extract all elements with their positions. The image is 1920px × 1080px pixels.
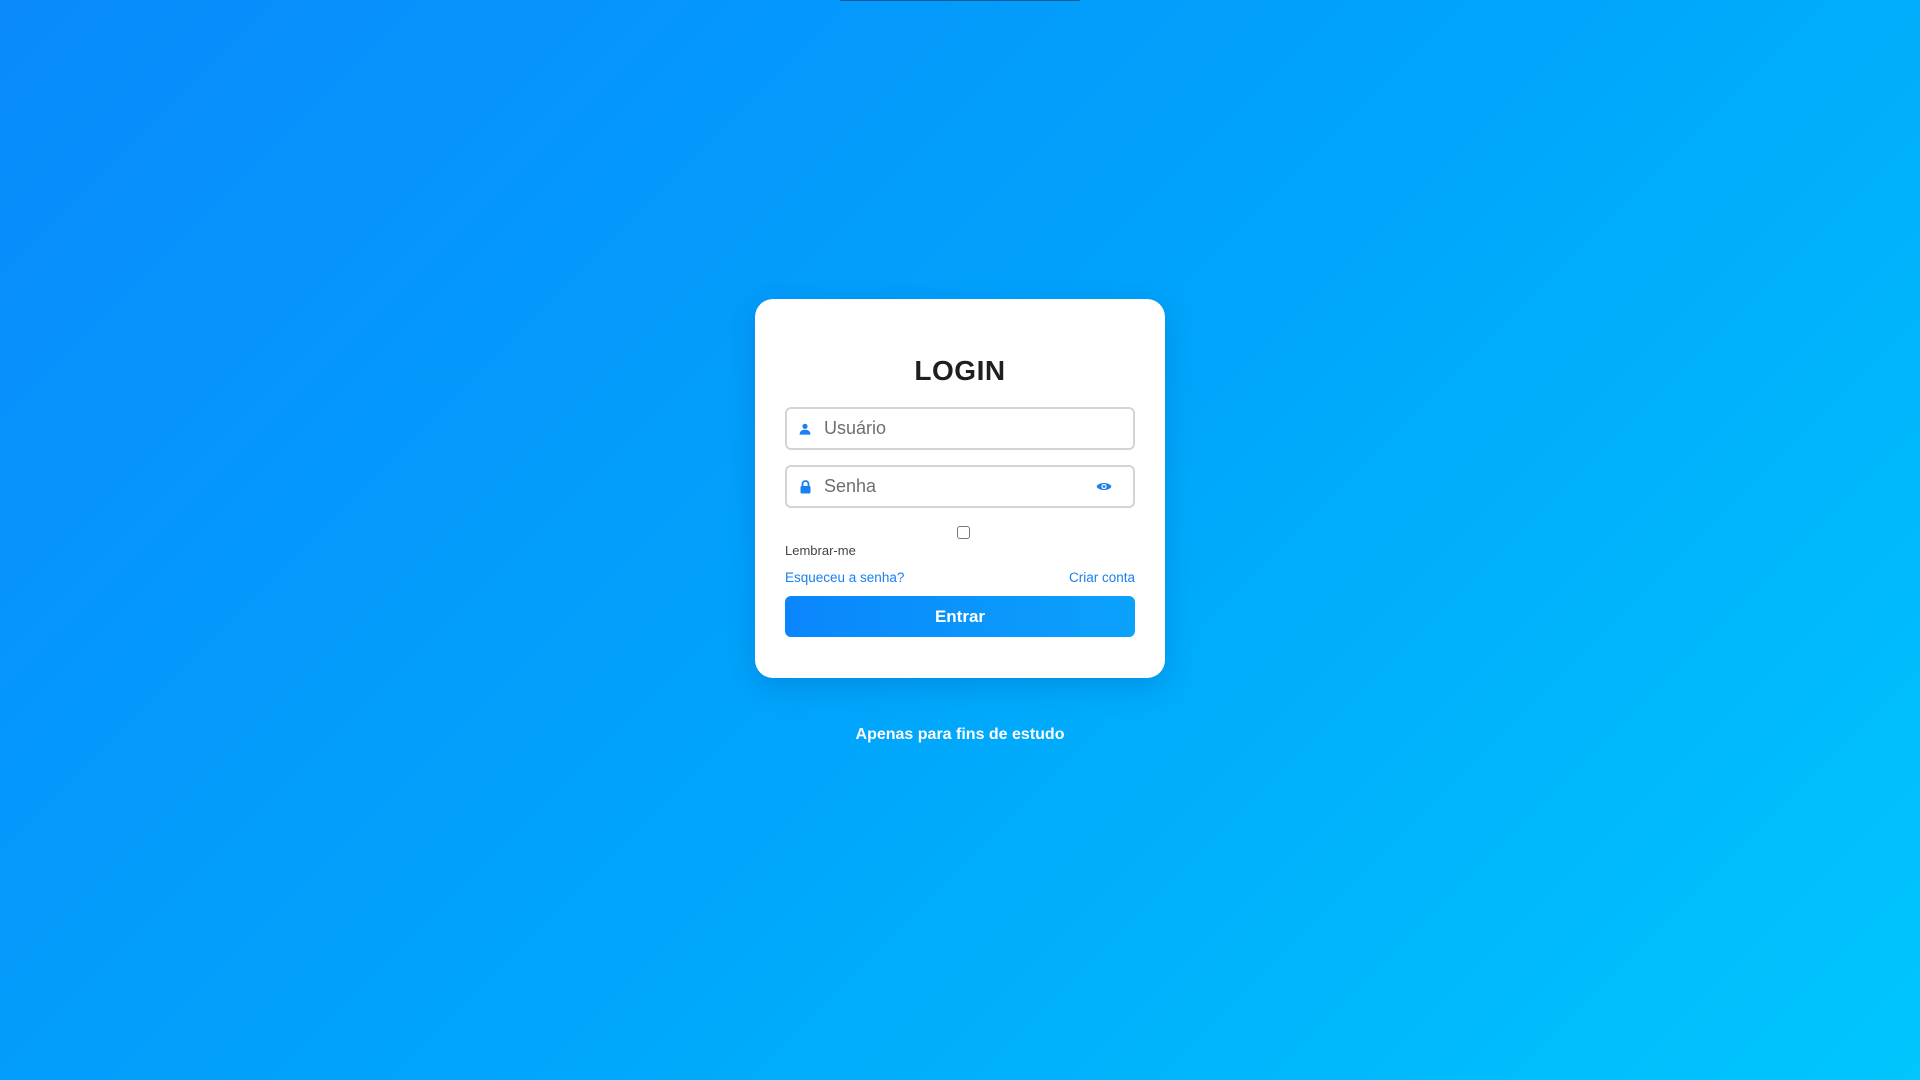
auth-links: Esqueceu a senha? Criar conta xyxy=(785,570,1135,585)
study-notice: Apenas para fins de estudo xyxy=(855,726,1065,743)
remember-label: Lembrar-me xyxy=(785,543,856,558)
username-input[interactable] xyxy=(812,409,1133,448)
top-divider xyxy=(840,0,1080,1)
login-card: LOGIN Lembrar-me xyxy=(755,299,1165,678)
password-field-wrapper xyxy=(785,465,1135,508)
create-account-link[interactable]: Criar conta xyxy=(1069,570,1135,585)
eye-icon[interactable] xyxy=(1095,480,1113,494)
user-icon xyxy=(798,422,812,436)
lock-icon xyxy=(798,479,812,494)
remember-checkbox[interactable] xyxy=(957,526,970,539)
password-input[interactable] xyxy=(812,467,1095,506)
page-title: LOGIN xyxy=(914,355,1006,386)
forgot-password-link[interactable]: Esqueceu a senha? xyxy=(785,570,904,585)
remember-me-row: Lembrar-me xyxy=(785,526,1135,562)
login-button[interactable]: Entrar xyxy=(785,596,1135,637)
username-field-wrapper xyxy=(785,407,1135,450)
